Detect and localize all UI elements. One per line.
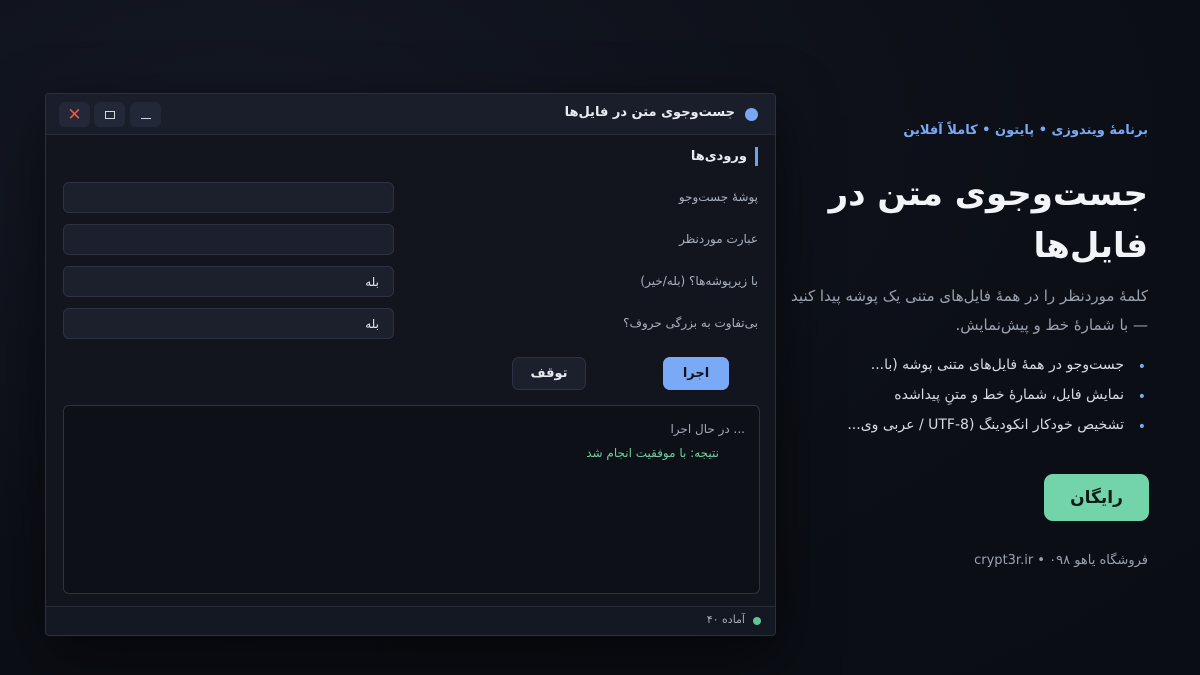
description: کلمهٔ موردنظر را در همهٔ فایل‌های متنی ی… [791, 287, 1148, 334]
close-button[interactable]: ✕ [59, 102, 90, 127]
status-bar: آماده ۴۰ [46, 606, 775, 635]
output-log[interactable]: ... در حال اجرا نتیجه: با موفقیت انجام ش… [63, 405, 760, 594]
app-icon [745, 108, 758, 121]
subfolders-label: با زیرپوشه‌ها؟ (بله/خیر) [640, 274, 758, 288]
stop-button[interactable]: توقف [512, 357, 586, 390]
footer-text: فروشگاه یاهو ۰۹۸ • crypt3r.ir [974, 553, 1148, 568]
window-title: جست‌وجوی متن در فایل‌ها [564, 105, 735, 120]
log-line: ... در حال اجرا [670, 422, 745, 436]
log-line-success: نتیجه: با موفقیت انجام شد [586, 446, 719, 460]
feature-item: • نمایش فایل، شمارهٔ خط و متنِ پیداشده [788, 387, 1148, 417]
maximize-button[interactable] [94, 102, 125, 127]
feature-item: • جست‌وجو در همهٔ فایل‌های متنی پوشه (با… [788, 357, 1148, 387]
minimize-button[interactable] [130, 102, 161, 127]
search-folder-label: پوشهٔ جست‌وجو [678, 190, 758, 204]
minimize-icon [140, 117, 151, 120]
maximize-icon [104, 110, 115, 119]
run-button[interactable]: اجرا [663, 357, 729, 390]
title-bar[interactable]: جست‌وجوی متن در فایل‌ها ✕ [46, 94, 775, 135]
subfolders-input[interactable] [63, 266, 394, 297]
case-insensitive-input[interactable] [63, 308, 394, 339]
search-term-label: عبارت موردنظر [679, 232, 758, 246]
feature-text: نمایش فایل، شمارهٔ خط و متنِ پیداشده [894, 387, 1124, 403]
status-text: آماده ۴۰ [706, 613, 745, 626]
section-title: ورودی‌ها [690, 149, 747, 164]
hero-title: جست‌وجوی متن در فایل‌ها [828, 174, 1148, 266]
price-button[interactable]: رایگان [1044, 474, 1149, 521]
app-window: جست‌وجوی متن در فایل‌ها ✕ ورودی‌ها پوشهٔ… [45, 93, 776, 636]
tagline: برنامهٔ ویندوزی • پایتون • کاملاً آفلاین [903, 123, 1148, 138]
feature-text: جست‌وجو در همهٔ فایل‌های متنی پوشه (با..… [870, 357, 1124, 373]
feature-text: تشخیص خودکار انکودینگ (UTF-8 / عربی وی..… [847, 417, 1124, 433]
case-insensitive-label: بی‌تفاوت به بزرگی حروف؟ [623, 316, 758, 330]
section-accent-bar [755, 147, 758, 166]
search-folder-input[interactable] [63, 182, 394, 213]
feature-list: • جست‌وجو در همهٔ فایل‌های متنی پوشه (با… [788, 357, 1148, 447]
bullet-icon: • [1137, 359, 1146, 375]
status-indicator-icon [753, 617, 761, 625]
close-icon: ✕ [67, 104, 82, 125]
search-term-input[interactable] [63, 224, 394, 255]
feature-item: • تشخیص خودکار انکودینگ (UTF-8 / عربی وی… [788, 417, 1148, 447]
bullet-icon: • [1137, 389, 1146, 405]
bullet-icon: • [1137, 419, 1146, 435]
